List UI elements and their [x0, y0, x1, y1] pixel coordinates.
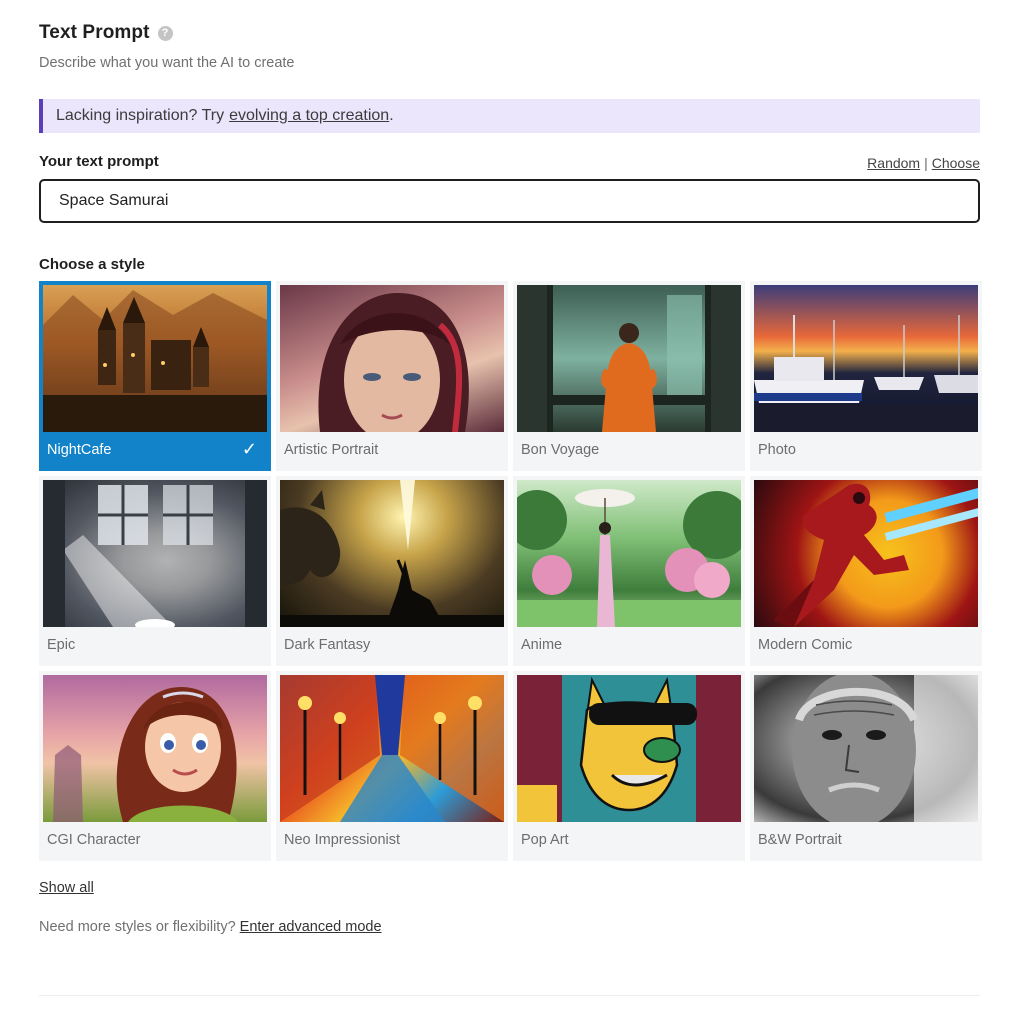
check-icon: ✓ — [241, 439, 257, 459]
style-thumbnail-pop-art — [517, 675, 741, 822]
advanced-mode-text: Need more styles or flexibility? — [39, 919, 236, 935]
style-label: Dark Fantasy — [284, 636, 371, 653]
prompt-label: Your text prompt — [39, 153, 159, 170]
style-label: CGI Character — [47, 831, 141, 848]
style-label: Photo — [758, 441, 796, 458]
style-section-label: Choose a style — [39, 256, 145, 273]
style-thumbnail-dark-fantasy — [280, 480, 504, 627]
style-thumbnail-cgi-character — [43, 675, 267, 822]
evolve-top-creation-link[interactable]: evolving a top creation — [229, 107, 389, 125]
prompt-links: Random | Choose — [867, 155, 980, 171]
style-thumbnail-modern-comic — [754, 480, 978, 627]
style-card-bw-portrait[interactable]: B&W Portrait — [750, 671, 982, 861]
style-thumbnail-anime — [517, 480, 741, 627]
style-card-nightcafe[interactable]: NightCafe ✓ — [39, 281, 271, 471]
style-label: Artistic Portrait — [284, 441, 379, 458]
style-label: Pop Art — [521, 831, 569, 848]
style-card-neo-impressionist[interactable]: Neo Impressionist — [276, 671, 508, 861]
style-card-anime[interactable]: Anime — [513, 476, 745, 666]
style-grid: NightCafe ✓ Artistic Portrait Bon Voyage… — [39, 281, 982, 861]
divider — [39, 995, 980, 996]
show-all-link[interactable]: Show all — [39, 880, 94, 896]
inspiration-tip: Lacking inspiration? Try evolving a top … — [39, 99, 980, 133]
page-subtitle: Describe what you want the AI to create — [39, 55, 295, 71]
style-card-photo[interactable]: Photo — [750, 281, 982, 471]
style-label: B&W Portrait — [758, 831, 842, 848]
page-title: Text Prompt — [39, 22, 150, 43]
style-thumbnail-artistic-portrait — [280, 285, 504, 432]
style-label: Modern Comic — [758, 636, 853, 653]
style-thumbnail-bw-portrait — [754, 675, 978, 822]
link-separator: | — [924, 155, 928, 171]
style-card-pop-art[interactable]: Pop Art — [513, 671, 745, 861]
style-label: Bon Voyage — [521, 441, 600, 458]
style-card-artistic-portrait[interactable]: Artistic Portrait — [276, 281, 508, 471]
style-thumbnail-epic — [43, 480, 267, 627]
help-icon[interactable]: ? — [157, 25, 173, 41]
advanced-mode-link[interactable]: Enter advanced mode — [240, 919, 382, 935]
tip-suffix: . — [389, 107, 394, 124]
choose-prompt-link[interactable]: Choose — [932, 155, 980, 171]
style-card-epic[interactable]: Epic — [39, 476, 271, 666]
style-card-cgi-character[interactable]: CGI Character — [39, 671, 271, 861]
style-thumbnail-neo-impressionist — [280, 675, 504, 822]
style-label: Neo Impressionist — [284, 831, 401, 848]
style-card-dark-fantasy[interactable]: Dark Fantasy — [276, 476, 508, 666]
style-thumbnail-photo — [754, 285, 978, 432]
tip-text: Lacking inspiration? Try — [56, 107, 225, 124]
style-label: NightCafe — [47, 441, 112, 458]
style-label: Anime — [521, 636, 563, 653]
prompt-input[interactable] — [39, 179, 980, 223]
style-thumbnail-nightcafe — [43, 285, 267, 432]
advanced-mode-prompt: Need more styles or flexibility? Enter a… — [39, 919, 382, 935]
random-prompt-link[interactable]: Random — [867, 155, 920, 171]
header: Text Prompt ? — [39, 22, 173, 44]
style-thumbnail-bon-voyage — [517, 285, 741, 432]
style-label: Epic — [47, 636, 76, 653]
style-card-modern-comic[interactable]: Modern Comic — [750, 476, 982, 666]
style-card-bon-voyage[interactable]: Bon Voyage — [513, 281, 745, 471]
